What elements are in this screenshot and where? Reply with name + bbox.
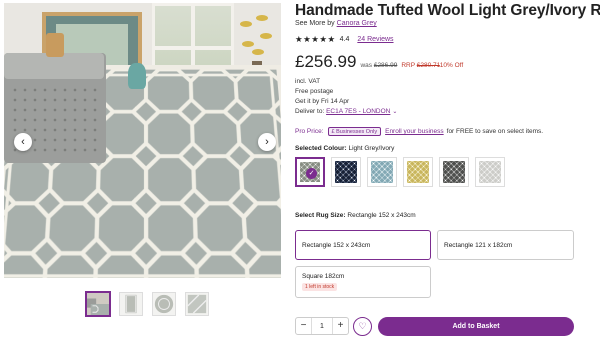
chevron-down-icon[interactable]: ⌄ <box>392 109 397 115</box>
businesses-only-badge: £ Businesses Only <box>328 127 382 136</box>
rating-row: ★★★★★ 4.4 24 Reviews <box>295 34 394 45</box>
quantity-stepper: − 1 + <box>295 317 349 335</box>
was-price-value: £286.99 <box>374 62 398 69</box>
colour-swatch-navy[interactable] <box>331 157 361 187</box>
vat-text: incl. VAT <box>295 77 397 87</box>
vase-decor <box>128 63 146 89</box>
pro-price-label: Pro Price: <box>295 128 324 135</box>
see-more-by: See More by Canora Grey <box>295 20 377 27</box>
deliver-to-row: Deliver to: EC1A 7ES - LONDON ⌄ <box>295 107 397 117</box>
colour-swatch-yellow[interactable] <box>403 157 433 187</box>
deliver-to-label: Deliver to: <box>295 108 324 115</box>
thumbnail-1[interactable] <box>86 292 110 316</box>
size-option-square-182[interactable]: Square 182cm 1 left in stock <box>295 266 431 298</box>
pro-price-text: for FREE to save on select items. <box>447 128 543 135</box>
heart-icon: ♡ <box>358 321 366 331</box>
selected-colour: Selected Colour: Light Grey/Ivory <box>295 145 394 152</box>
was-label: was <box>360 62 372 69</box>
quantity-value[interactable]: 1 <box>320 323 324 330</box>
reviews-link[interactable]: 24 Reviews <box>357 36 393 43</box>
size-label: Select Rug Size: <box>295 212 346 219</box>
previous-image-button[interactable]: ‹ <box>14 133 32 151</box>
stock-badge: 1 left in stock <box>302 283 337 291</box>
brand-link[interactable]: Canora Grey <box>337 20 377 27</box>
colour-label: Selected Colour: <box>295 145 347 152</box>
delivery-details: incl. VAT Free postage Get it by Fri 14 … <box>295 77 397 117</box>
enroll-business-link[interactable]: Enroll your business <box>385 128 444 135</box>
wishlist-button[interactable]: ♡ <box>353 317 372 336</box>
discount-badge: 10% Off <box>440 62 463 69</box>
check-icon: ✓ <box>306 168 317 179</box>
current-price: £256.99 <box>295 52 356 72</box>
rrp-price: RRP £280.7110% Off <box>401 62 463 69</box>
rating-value: 4.4 <box>340 36 350 43</box>
decrease-quantity-button[interactable]: − <box>296 318 312 334</box>
pro-currency: £ <box>332 129 335 135</box>
colour-value: Light Grey/Ivory <box>348 145 394 152</box>
price-row: £256.99 was £286.99 RRP £280.7110% Off <box>295 52 463 72</box>
chevron-left-icon: ‹ <box>21 136 25 148</box>
swatch-image <box>479 161 501 183</box>
colour-swatch-light-grey-ivory[interactable]: ✓ <box>295 157 325 187</box>
colour-swatch-grey[interactable] <box>439 157 469 187</box>
colour-swatches: ✓ <box>295 157 505 187</box>
swatch-image <box>407 161 429 183</box>
thumbnail-3[interactable] <box>152 292 176 316</box>
see-more-label: See More by <box>295 20 335 27</box>
postage-text: Free postage <box>295 87 397 97</box>
rrp-label: RRP <box>401 62 415 69</box>
colour-swatch-light-blue[interactable] <box>367 157 397 187</box>
postcode-link[interactable]: EC1A 7ES - LONDON <box>326 108 390 115</box>
size-option-label: Rectangle 152 x 243cm <box>302 242 424 249</box>
next-image-button[interactable]: › <box>258 133 276 151</box>
product-title: Handmade Tufted Wool Light Grey/Ivory Ru… <box>295 2 600 20</box>
thumbnail-4[interactable] <box>185 292 209 316</box>
rrp-price-value: £280.71 <box>417 62 440 69</box>
size-option-rectangle-121x182[interactable]: Rectangle 121 x 182cm <box>437 230 574 260</box>
colour-swatch-white-grey[interactable] <box>475 157 505 187</box>
size-value: Rectangle 152 x 243cm <box>347 212 415 219</box>
size-option-rectangle-152x243[interactable]: Rectangle 152 x 243cm <box>295 230 431 260</box>
product-main-image[interactable]: ‹ › <box>4 3 281 278</box>
increase-quantity-button[interactable]: + <box>332 318 348 334</box>
delivery-date: Get it by Fri 14 Apr <box>295 97 397 107</box>
was-price: was £286.99 <box>360 62 397 69</box>
size-option-label: Square 182cm <box>302 273 344 280</box>
rug-size-selection: Select Rug Size: Rectangle 152 x 243cm <box>295 212 416 219</box>
thumbnail-2[interactable] <box>119 292 143 316</box>
add-to-basket-button[interactable]: Add to Basket <box>378 317 574 336</box>
swatch-image <box>443 161 465 183</box>
thumbnail-strip <box>86 292 209 316</box>
size-option-label: Rectangle 121 x 182cm <box>444 242 567 249</box>
pro-price-row: Pro Price: £ Businesses Only Enroll your… <box>295 127 543 136</box>
star-rating-icon: ★★★★★ <box>295 34 336 45</box>
swatch-image <box>371 161 393 183</box>
badge-text: Businesses Only <box>336 129 377 135</box>
swatch-image <box>335 161 357 183</box>
chevron-right-icon: › <box>265 136 269 148</box>
lamp-decor <box>46 33 64 57</box>
